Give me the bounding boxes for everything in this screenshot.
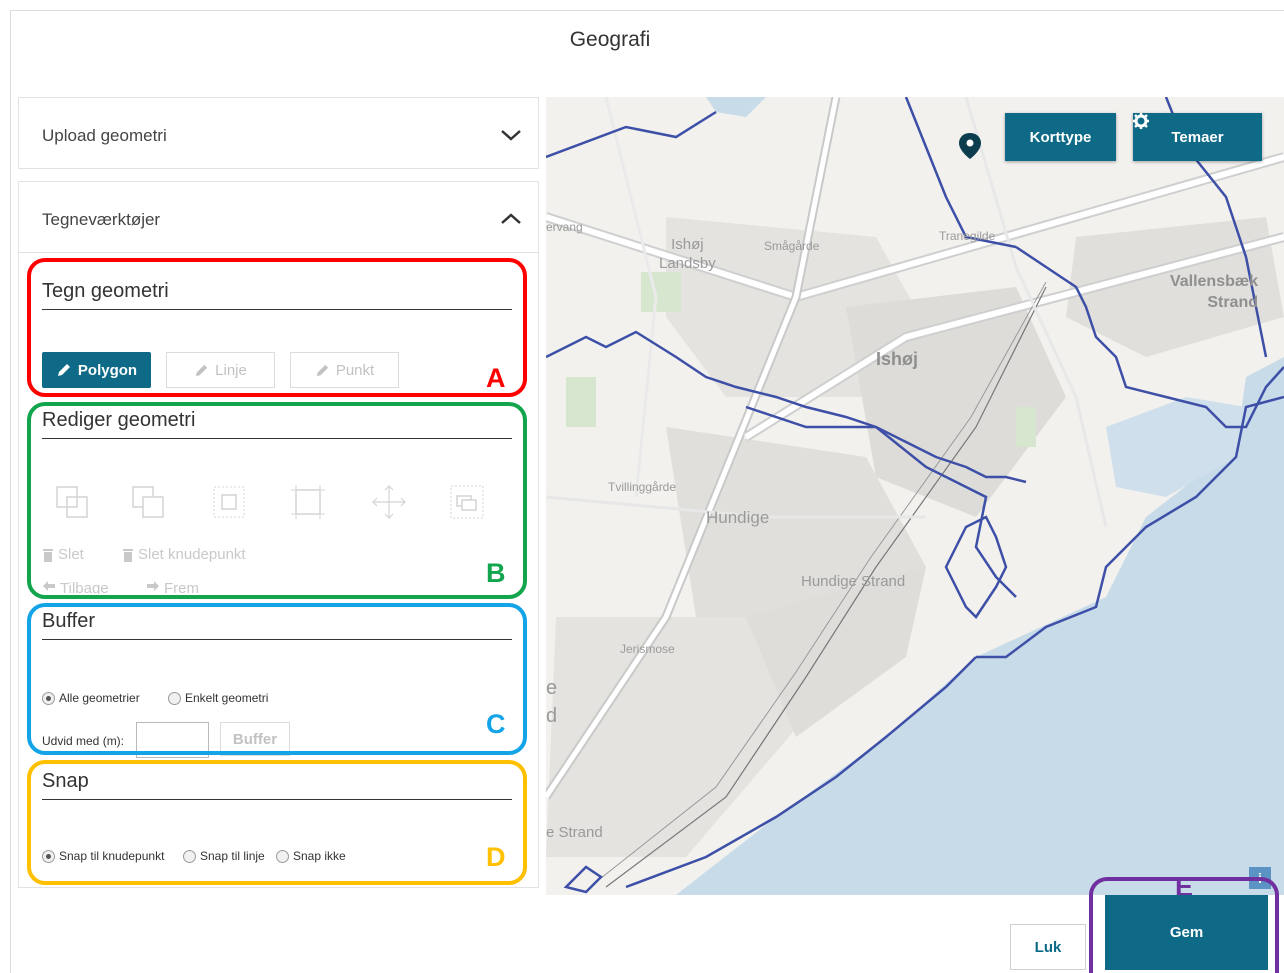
map-label-vallensbaek: Vallensbæk Strand: [1169, 273, 1258, 311]
annotation-frame-b: [27, 402, 527, 599]
annotation-letter-d: D: [486, 842, 506, 872]
map-label-ishoj: Ishøj: [876, 349, 919, 369]
map-label-hundige: Hundige: [706, 508, 770, 527]
map-label-ervang: ervang: [546, 220, 583, 234]
annotation-frame-a: [27, 258, 527, 397]
map-label-jerismose: Jerismose: [620, 642, 675, 656]
korttype-button[interactable]: Korttype: [1005, 113, 1116, 161]
annotation-frame-d: [27, 760, 527, 885]
accordion-upload-label: Upload geometri: [42, 126, 167, 145]
annotation-letter-b: B: [486, 558, 506, 588]
annotation-frame-e: [1089, 877, 1279, 973]
close-button[interactable]: Luk: [1010, 924, 1086, 970]
dialog-title: Geografi: [569, 28, 651, 51]
map-label-edge-d: d: [546, 705, 558, 727]
map-canvas[interactable]: [546, 97, 1284, 895]
accordion-drawing-tools[interactable]: Tegneværktøjer: [18, 181, 539, 253]
accordion-upload-geometry[interactable]: Upload geometri: [18, 97, 539, 169]
map-label-tranegilde: Tranegilde: [939, 229, 996, 243]
map-label-tvillinggarde: Tvillinggårde: [608, 480, 677, 494]
annotation-letter-c: C: [486, 709, 506, 739]
map-label-hundige-strand: Hundige Strand: [801, 573, 906, 590]
map-pin-icon: [959, 133, 981, 159]
annotation-letter-a: A: [486, 363, 506, 393]
temaer-button[interactable]: Temaer: [1133, 113, 1262, 161]
map-label-edge-strand: e Strand: [546, 824, 603, 841]
map-label-smagarde: Smågårde: [764, 239, 820, 253]
korttype-button-label: Korttype: [1029, 128, 1092, 146]
gear-icon: [1133, 113, 1149, 129]
chevron-up-icon: [501, 213, 521, 224]
map-label-edge-e: e: [546, 677, 558, 699]
map-view[interactable]: ervang Ishøj Landsby Smågårde Tranegilde…: [546, 97, 1284, 895]
annotation-frame-c: [27, 603, 527, 755]
map-label-ishoj-landsby: Ishøj Landsby: [659, 236, 716, 272]
accordion-tools-label: Tegneværktøjer: [42, 210, 161, 229]
chevron-down-icon: [501, 130, 521, 141]
temaer-button-label: Temaer: [1171, 128, 1224, 146]
